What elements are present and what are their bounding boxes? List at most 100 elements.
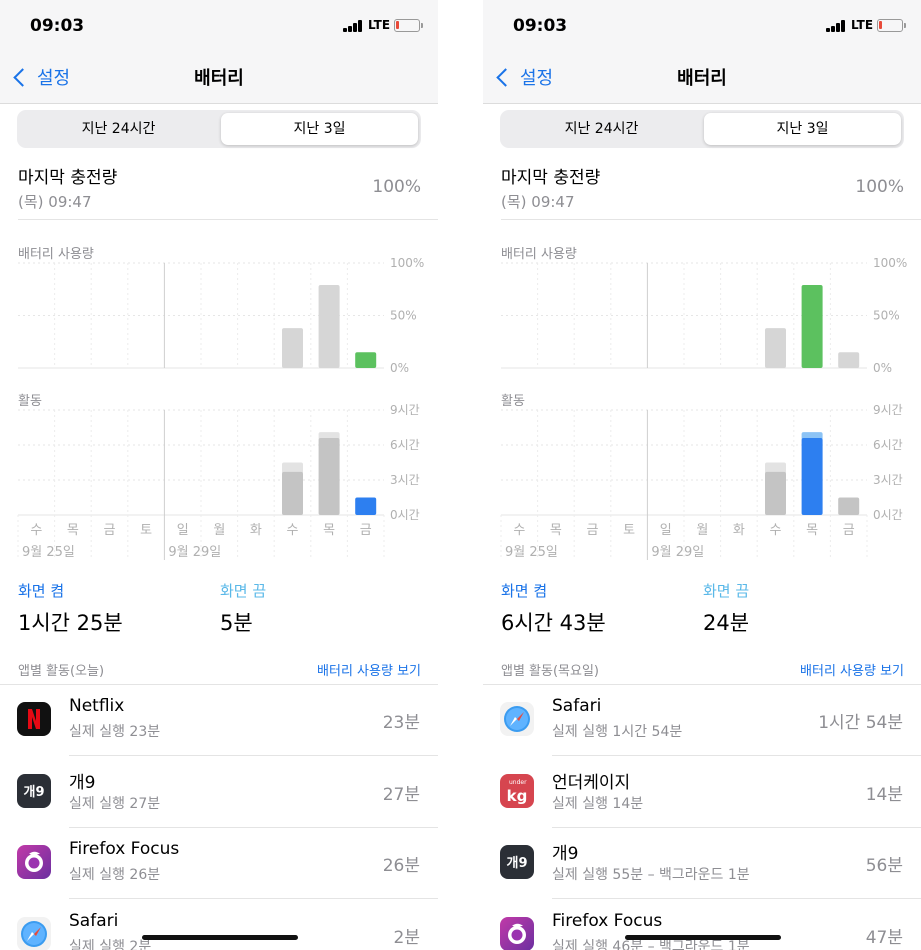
battery-y-tick: 50% xyxy=(873,309,900,323)
svg-text:개9: 개9 xyxy=(23,785,44,800)
activity-bar xyxy=(318,438,340,515)
netflix-icon xyxy=(17,702,51,736)
safari-icon xyxy=(17,916,51,950)
screen-off-label: 화면 끔 xyxy=(703,582,750,600)
screen-on-value: 6시간 43분 xyxy=(501,611,606,635)
battery-charts: 100% 50% 0% 9시간 6시간 3시간 0시간수 목 금 토 일 월 화 수 목 금 9월 25일 9월 … xyxy=(17,256,424,560)
app-detail: 실제 실행 1시간 54분 xyxy=(552,724,683,740)
app-detail: 실제 실행 23분 xyxy=(69,724,161,740)
x-day-label: 화 xyxy=(250,523,262,538)
x-day-label: 수 xyxy=(30,523,42,538)
activity-bar xyxy=(801,438,823,515)
gae9-icon: 개9 xyxy=(500,845,534,879)
app-name: Safari xyxy=(552,696,602,716)
activity-y-tick: 9시간 xyxy=(390,403,420,417)
phone-screen-right: 09:03 LTE 설정 배터리 지난 24시간 지난 3일 마지막 충전량 (목) 09:4… xyxy=(483,0,921,950)
battery-bar xyxy=(801,285,823,368)
battery-bar xyxy=(765,328,786,368)
app-usage-value: 47분 xyxy=(865,927,903,948)
battery-y-tick: 100% xyxy=(390,256,424,270)
activity-y-tick: 0시간 xyxy=(873,508,903,522)
activity-y-tick: 6시간 xyxy=(873,438,903,452)
battery-bar xyxy=(318,285,340,368)
activity-y-tick: 3시간 xyxy=(873,473,903,487)
app-row[interactable]: Firefox Focus 실제 실행 26분 26분 xyxy=(0,827,438,899)
app-row[interactable]: Firefox Focus 실제 실행 46분 – 백그라운드 1분 47분 xyxy=(483,899,921,950)
battery-y-tick: 0% xyxy=(873,361,892,375)
date-label: 9월 29일 xyxy=(651,545,704,560)
app-detail: 실제 실행 2분 xyxy=(69,938,152,950)
screen-on-stat: 화면 켬 6시간 43분 xyxy=(501,580,681,637)
app-usage-value: 14분 xyxy=(865,784,903,805)
x-day-label: 일 xyxy=(177,523,189,538)
app-row[interactable]: Netflix 실제 실행 23분 23분 xyxy=(0,684,438,756)
battery-y-tick: 0% xyxy=(390,361,409,375)
app-detail: 실제 실행 26분 xyxy=(69,867,161,883)
screen-on-label: 화면 켬 xyxy=(501,582,548,600)
app-activity-title: 앱별 활동(오늘) xyxy=(18,664,105,679)
app-usage-value: 26분 xyxy=(382,856,420,876)
x-day-label: 화 xyxy=(733,523,745,538)
activity-y-tick: 9시간 xyxy=(873,403,903,417)
app-name: Firefox Focus xyxy=(69,839,180,859)
svg-text:개9: 개9 xyxy=(506,856,527,871)
x-day-label: 수 xyxy=(287,523,299,538)
date-label: 9월 29일 xyxy=(168,545,221,560)
safari-icon xyxy=(500,702,534,736)
app-detail: 실제 실행 55분 – 백그라운드 1분 xyxy=(552,867,750,883)
activity-y-tick: 0시간 xyxy=(390,508,420,522)
screen-off-value: 5분 xyxy=(220,611,253,635)
screen-on-value: 1시간 25분 xyxy=(18,611,123,635)
app-name: 언더케이지 xyxy=(552,772,631,793)
firefox-focus-icon xyxy=(500,916,534,950)
x-day-label: 수 xyxy=(513,523,525,538)
activity-y-tick: 3시간 xyxy=(390,473,420,487)
app-row[interactable]: under kg 언더케이지실제 실행 14분 14분 xyxy=(483,756,921,828)
app-row[interactable]: 개9 개9 실제 실행 55분 – 백그라운드 1분 56분 xyxy=(483,827,921,899)
app-activity-header: 앱별 활동(오늘) 배터리 사용량 보기 xyxy=(18,660,421,679)
gae9-icon: 개9 xyxy=(17,773,51,808)
app-name: 개9 xyxy=(552,844,579,864)
activity-bar xyxy=(282,471,303,515)
home-indicator[interactable] xyxy=(625,935,781,940)
x-day-label: 월 xyxy=(213,523,225,538)
screen-on-stat: 화면 켬 1시간 25분 xyxy=(18,580,198,637)
phone-screen-left: 09:03 LTE 설정 배터리 지난 24시간 지난 3일 마지막 충전량 (목) 09:4… xyxy=(0,0,438,950)
app-usage-value: 56분 xyxy=(865,856,903,876)
x-day-label: 금 xyxy=(360,523,372,538)
app-activity-header: 앱별 활동(목요일) 배터리 사용량 보기 xyxy=(501,660,904,679)
svg-text:under: under xyxy=(509,779,527,786)
x-day-label: 목 xyxy=(67,523,79,538)
home-indicator[interactable] xyxy=(142,935,298,940)
app-detail: 실제 실행 14분 xyxy=(552,795,644,812)
battery-y-tick: 50% xyxy=(390,309,417,323)
activity-bar xyxy=(838,497,860,515)
battery-bar xyxy=(838,352,860,368)
x-day-label: 목 xyxy=(323,523,335,538)
svg-text:kg: kg xyxy=(507,787,528,805)
underkg-icon: under kg xyxy=(500,773,534,808)
show-battery-usage-link[interactable]: 배터리 사용량 보기 xyxy=(800,660,904,679)
screen-off-value: 24분 xyxy=(703,611,750,635)
activity-bar xyxy=(765,471,786,515)
firefox-focus-icon xyxy=(17,845,51,879)
activity-bar xyxy=(355,497,377,515)
screen-off-stat: 화면 끔 24분 xyxy=(703,580,883,637)
app-usage-value: 23분 xyxy=(382,713,420,733)
x-day-label: 금 xyxy=(104,523,116,538)
app-row[interactable]: Safari 실제 실행 1시간 54분 1시간 54분 xyxy=(483,684,921,756)
app-name: 개9 xyxy=(69,772,96,793)
app-name: Firefox Focus xyxy=(552,910,663,931)
x-day-label: 토 xyxy=(140,523,152,538)
battery-bar xyxy=(282,328,303,368)
x-day-label: 토 xyxy=(623,523,635,538)
battery-charts: 100% 50% 0% 9시간 6시간 3시간 0시간수 목 금 토 일 월 화 수 목 금 9월 25일 9월 … xyxy=(500,256,907,560)
x-day-label: 일 xyxy=(660,523,672,538)
screen-off-label: 화면 끔 xyxy=(220,582,267,600)
app-row[interactable]: 개9 개9 실제 실행 27분 27분 xyxy=(0,756,438,828)
app-usage-value: 1시간 54분 xyxy=(818,713,903,733)
app-row[interactable]: Safari 실제 실행 2분 2분 xyxy=(0,899,438,950)
show-battery-usage-link[interactable]: 배터리 사용량 보기 xyxy=(317,660,421,679)
screen-on-label: 화면 켬 xyxy=(18,582,65,600)
date-label: 9월 25일 xyxy=(22,545,75,560)
